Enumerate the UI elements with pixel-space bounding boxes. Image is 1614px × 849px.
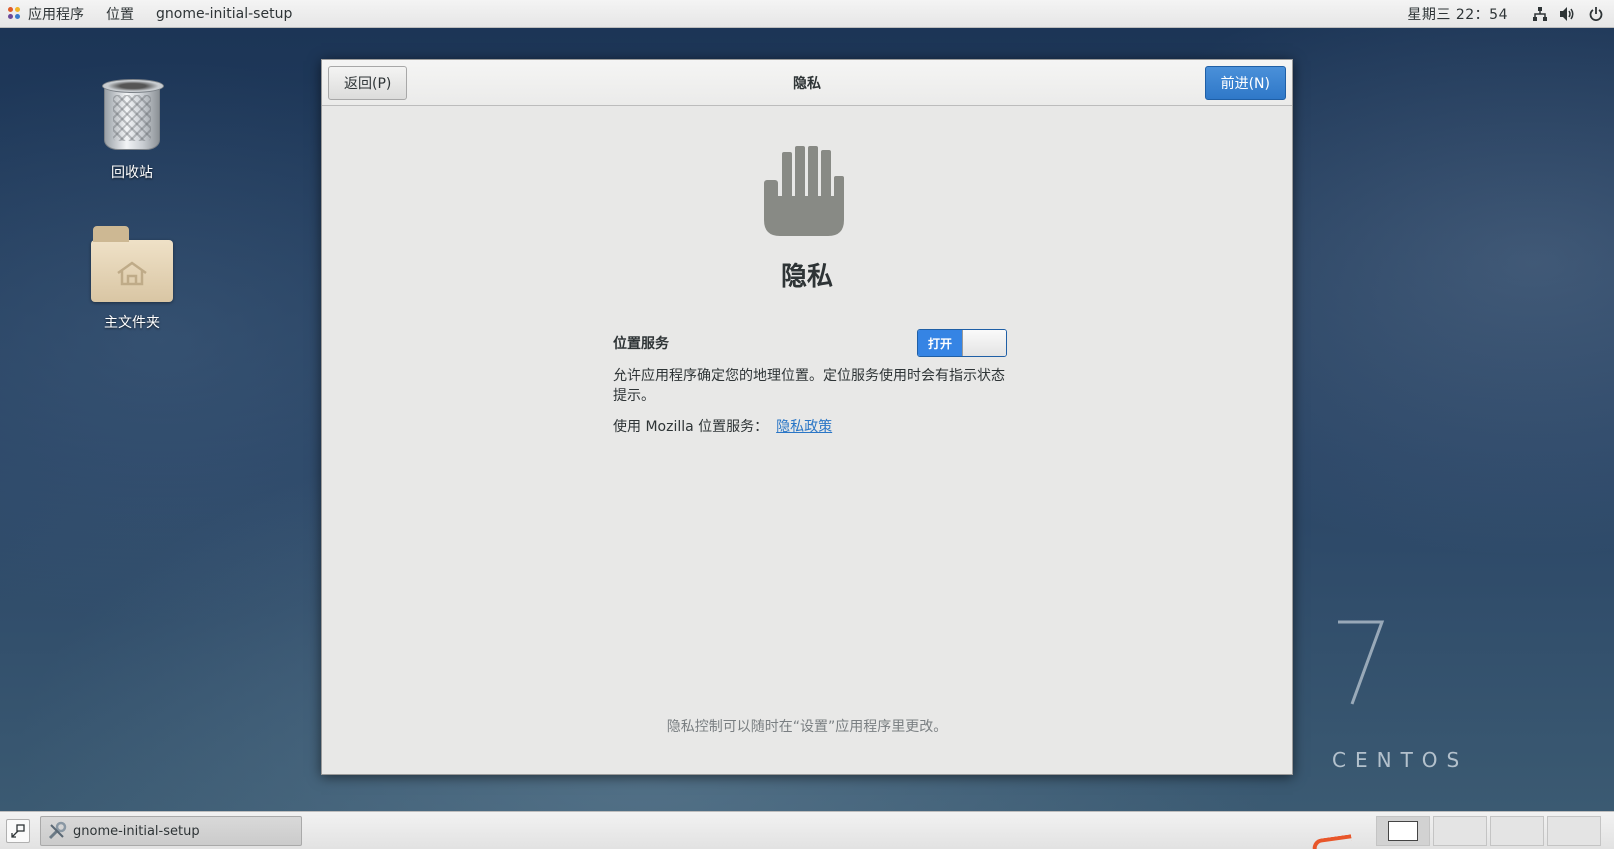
tools-icon — [48, 821, 67, 840]
workspace-window-preview — [1388, 821, 1418, 841]
location-services-switch[interactable]: 打开 — [917, 329, 1007, 357]
places-menu-label: 位置 — [106, 6, 134, 23]
privacy-policy-link[interactable]: 隐私政策 — [776, 416, 832, 436]
trash-label: 回收站 — [111, 165, 153, 181]
desktop-icon-home[interactable]: 主文件夹 — [72, 226, 192, 332]
header-bar: 返回(P) 隐私 前进(N) — [322, 60, 1292, 106]
privacy-footer-note: 隐私控制可以随时在“设置”应用程序里更改。 — [666, 719, 948, 735]
app-menu[interactable]: gnome-initial-setup — [145, 0, 303, 27]
top-panel: 应用程序 位置 gnome-initial-setup 星期三 22：54 — [0, 0, 1614, 28]
mozilla-service-row: 使用 Mozilla 位置服务： 隐私政策 — [613, 416, 1007, 436]
taskbar-item-label: gnome-initial-setup — [73, 823, 200, 839]
workspace-3[interactable] — [1490, 816, 1544, 846]
show-desktop-icon — [11, 824, 25, 838]
centos-seven-watermark — [1338, 620, 1385, 705]
page-heading: 隐私 — [780, 262, 833, 292]
panel-menu: 应用程序 位置 gnome-initial-setup — [0, 0, 303, 27]
home-folder-icon — [91, 226, 173, 302]
switch-on-label: 打开 — [918, 330, 962, 356]
applications-menu[interactable]: 应用程序 — [0, 0, 95, 27]
volume-icon[interactable] — [1560, 6, 1576, 22]
privacy-hand-icon — [764, 146, 844, 236]
initial-setup-window: 返回(P) 隐私 前进(N) 隐私 位置服务 打开 允许应用程序确定您的地理位置… — [321, 59, 1293, 775]
workspace-4[interactable] — [1547, 816, 1601, 846]
clock[interactable]: 星期三 22：54 — [1407, 4, 1508, 24]
app-menu-label: gnome-initial-setup — [156, 5, 293, 22]
location-services-row: 位置服务 打开 — [613, 328, 1007, 358]
workspace-switcher — [1376, 816, 1604, 846]
privacy-page: 隐私 位置服务 打开 允许应用程序确定您的地理位置。定位服务使用时会有指示状态提… — [322, 106, 1292, 774]
workspace-2[interactable] — [1433, 816, 1487, 846]
panel-status-area: 星期三 22：54 — [1407, 0, 1614, 27]
next-button[interactable]: 前进(N) — [1204, 66, 1286, 100]
location-services-description: 允许应用程序确定您的地理位置。定位服务使用时会有指示状态提示。 — [613, 368, 1005, 404]
switch-knob — [962, 330, 1006, 356]
mozilla-service-text: 使用 Mozilla 位置服务： — [613, 419, 769, 435]
window-title: 隐私 — [793, 75, 821, 92]
location-services-section: 位置服务 打开 允许应用程序确定您的地理位置。定位服务使用时会有指示状态提示。 … — [613, 328, 1007, 436]
applications-menu-label: 应用程序 — [28, 6, 84, 23]
centos-watermark-text: CENTOS — [1332, 748, 1469, 772]
home-label: 主文件夹 — [104, 315, 160, 331]
desktop-icon-trash[interactable]: 回收站 — [72, 79, 192, 182]
power-icon[interactable] — [1588, 6, 1604, 22]
taskbar-item-initial-setup[interactable]: gnome-initial-setup — [40, 816, 302, 846]
trash-icon — [102, 79, 164, 150]
back-button[interactable]: 返回(P) — [328, 66, 408, 100]
bottom-panel: gnome-initial-setup — [0, 811, 1614, 849]
location-services-label: 位置服务 — [613, 336, 669, 352]
workspace-1[interactable] — [1376, 816, 1430, 846]
network-icon[interactable] — [1532, 6, 1548, 22]
places-menu[interactable]: 位置 — [95, 0, 145, 27]
show-desktop-button[interactable] — [6, 819, 30, 843]
applications-icon — [8, 6, 22, 21]
